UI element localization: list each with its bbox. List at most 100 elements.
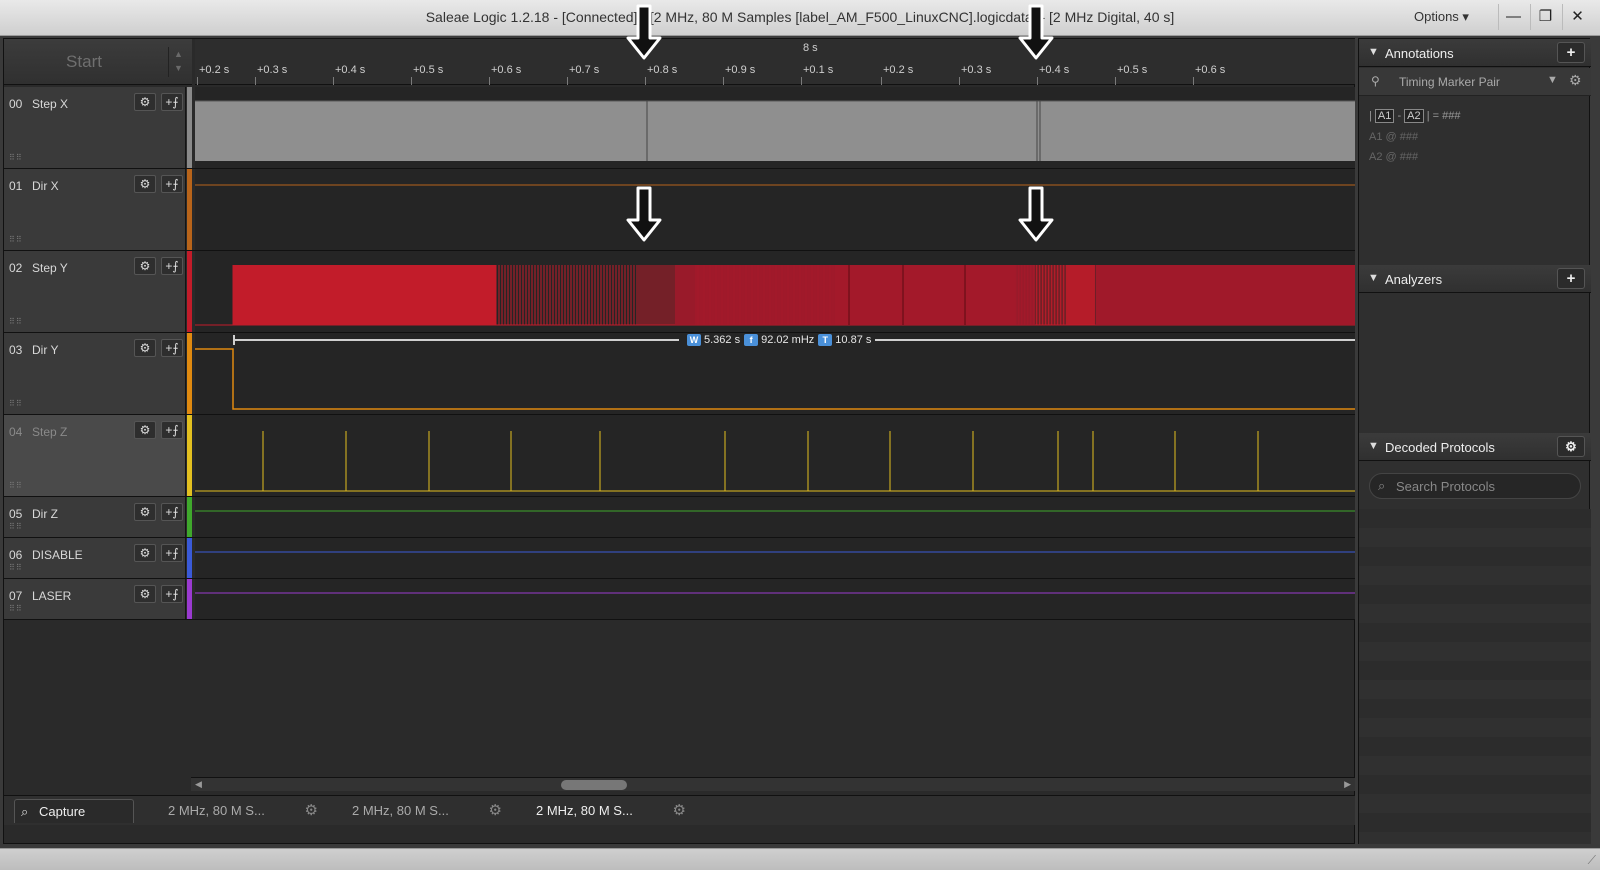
restore-button[interactable]: ❐ bbox=[1530, 4, 1560, 30]
channel-waveform[interactable] bbox=[195, 251, 1355, 332]
drag-grip-icon[interactable]: ⠿⠿ bbox=[9, 563, 23, 572]
start-button[interactable]: Start bbox=[4, 39, 164, 85]
add-analyzer-button[interactable]: + bbox=[1557, 268, 1585, 289]
scroll-right-icon[interactable]: ▶ bbox=[1344, 779, 1351, 790]
down-arrow-shape bbox=[626, 4, 662, 60]
collapse-triangle-icon[interactable]: ▼ bbox=[1368, 46, 1379, 58]
protocol-search-box[interactable]: ⌕ bbox=[1369, 473, 1581, 499]
channel-settings-gear-icon[interactable]: ⚙ bbox=[134, 175, 156, 193]
resize-grip-icon[interactable]: ⟋ bbox=[1588, 853, 1596, 868]
ruler-tick-label: +0.6 s bbox=[1195, 64, 1226, 76]
channel-name[interactable]: Dir X bbox=[32, 179, 59, 193]
down-arrow-shape bbox=[1018, 4, 1054, 60]
channel-label[interactable]: 07 LASER ⚙ +⨍ ⠿⠿ bbox=[4, 579, 186, 619]
channel-label[interactable]: 00 Step X ⚙ +⨍ ⠿⠿ bbox=[4, 87, 186, 168]
channel-waveform[interactable]: W 5.362 s f 92.02 mHz T 10.87 s bbox=[195, 333, 1355, 414]
channel-waveform[interactable] bbox=[195, 538, 1355, 578]
channel-label[interactable]: 03 Dir Y ⚙ +⨍ ⠿⠿ bbox=[4, 333, 186, 414]
protocols-settings-gear-icon[interactable]: ⚙ bbox=[1557, 436, 1585, 457]
channel-label[interactable]: 06 DISABLE ⚙ +⨍ ⠿⠿ bbox=[4, 538, 186, 578]
channel-waveform[interactable] bbox=[195, 169, 1355, 250]
tab-session-1[interactable]: 2 MHz, 80 M S... ⚙ bbox=[144, 799, 324, 823]
pin-icon[interactable]: ⚲ bbox=[1371, 74, 1380, 88]
timing-marker-pair-row[interactable]: ⚲ Timing Marker Pair ▼ ⚙ bbox=[1359, 68, 1591, 96]
main-panel: Start ▲ ▼ 8 s +0.2 s +0.3 s +0.4 s +0.5 s +0.… bbox=[3, 38, 1355, 844]
channel-label[interactable]: 05 Dir Z ⚙ +⨍ ⠿⠿ bbox=[4, 497, 186, 537]
gear-icon[interactable]: ⚙ bbox=[1569, 72, 1582, 89]
collapse-triangle-icon[interactable]: ▼ bbox=[1368, 440, 1379, 452]
tab-capture[interactable]: ⌕ Capture bbox=[14, 799, 134, 823]
add-annotation-button[interactable]: + bbox=[1557, 42, 1585, 63]
minimize-button[interactable]: — bbox=[1498, 4, 1528, 30]
options-button[interactable]: Options ▾ bbox=[1414, 9, 1469, 25]
channel-label[interactable]: 02 Step Y ⚙ +⨍ ⠿⠿ bbox=[4, 251, 186, 332]
trigger-edge-icon[interactable]: +⨍ bbox=[161, 585, 183, 603]
time-ruler[interactable]: 8 s +0.2 s +0.3 s +0.4 s +0.5 s +0.6 s +0.7 s… bbox=[195, 39, 1355, 85]
trigger-edge-icon[interactable]: +⨍ bbox=[161, 257, 183, 275]
channel-color-strip bbox=[187, 497, 192, 537]
drag-grip-icon[interactable]: ⠿⠿ bbox=[9, 235, 23, 244]
trigger-edge-icon[interactable]: +⨍ bbox=[161, 544, 183, 562]
trigger-edge-icon[interactable]: +⨍ bbox=[161, 503, 183, 521]
measurement-info: W 5.362 s f 92.02 mHz T 10.87 s bbox=[679, 334, 876, 348]
analyzers-header[interactable]: ▼ Analyzers + bbox=[1359, 265, 1591, 293]
channel-label[interactable]: 04 Step Z ⚙ +⨍ ⠿⠿ bbox=[4, 415, 186, 496]
channel-name[interactable]: Dir Y bbox=[32, 343, 58, 357]
drag-grip-icon[interactable]: ⠿⠿ bbox=[9, 399, 23, 408]
drag-grip-icon[interactable]: ⠿⠿ bbox=[9, 481, 23, 490]
channel-waveform[interactable] bbox=[195, 497, 1355, 537]
frequency-value: 92.02 mHz bbox=[761, 334, 815, 346]
channel-color-strip bbox=[187, 415, 192, 496]
gear-icon[interactable]: ⚙ bbox=[673, 799, 686, 823]
scrollbar-thumb[interactable] bbox=[561, 780, 627, 790]
tab-session-2[interactable]: 2 MHz, 80 M S... ⚙ bbox=[328, 799, 508, 823]
close-button[interactable]: ✕ bbox=[1562, 4, 1592, 30]
gear-icon[interactable]: ⚙ bbox=[489, 799, 502, 823]
horizontal-scrollbar[interactable]: ◀ ▶ bbox=[191, 777, 1355, 791]
a1-marker-button[interactable]: A1 bbox=[1374, 109, 1395, 123]
dropdown-triangle-icon[interactable]: ▼ bbox=[1547, 74, 1558, 86]
signal-dense-block bbox=[1095, 265, 1355, 325]
ruler-tick-label: +0.6 s bbox=[491, 64, 522, 76]
measurement-bar[interactable]: W 5.362 s f 92.02 mHz T 10.87 s bbox=[233, 334, 1355, 348]
channel-settings-gear-icon[interactable]: ⚙ bbox=[134, 585, 156, 603]
channel-settings-gear-icon[interactable]: ⚙ bbox=[134, 339, 156, 357]
channel-name[interactable]: DISABLE bbox=[32, 548, 83, 562]
trigger-edge-icon[interactable]: +⨍ bbox=[161, 421, 183, 439]
ruler-tick-line bbox=[1193, 77, 1194, 85]
channel-name[interactable]: LASER bbox=[32, 589, 71, 603]
start-options-arrows-icon[interactable]: ▲ ▼ bbox=[168, 47, 188, 77]
scroll-left-icon[interactable]: ◀ bbox=[195, 779, 202, 790]
channel-settings-gear-icon[interactable]: ⚙ bbox=[134, 93, 156, 111]
trigger-edge-icon[interactable]: +⨍ bbox=[161, 175, 183, 193]
drag-grip-icon[interactable]: ⠿⠿ bbox=[9, 522, 23, 531]
a2-marker-button[interactable]: A2 bbox=[1404, 109, 1424, 123]
decoded-protocols-header[interactable]: ▼ Decoded Protocols ⚙ bbox=[1359, 433, 1591, 461]
channel-name[interactable]: Step Y bbox=[32, 261, 68, 275]
start-header: Start ▲ ▼ bbox=[4, 39, 192, 85]
channel-name[interactable]: Step X bbox=[32, 97, 68, 111]
channel-waveform[interactable] bbox=[195, 87, 1355, 168]
channel-settings-gear-icon[interactable]: ⚙ bbox=[134, 544, 156, 562]
channel-name[interactable]: Step Z bbox=[32, 425, 67, 439]
drag-grip-icon[interactable]: ⠿⠿ bbox=[9, 153, 23, 162]
tab-session-3[interactable]: 2 MHz, 80 M S... ⚙ bbox=[512, 799, 692, 823]
channel-waveform[interactable] bbox=[195, 579, 1355, 619]
channel-settings-gear-icon[interactable]: ⚙ bbox=[134, 503, 156, 521]
title-bar: Saleae Logic 1.2.18 - [Connected] - [2 M… bbox=[0, 0, 1600, 36]
drag-grip-icon[interactable]: ⠿⠿ bbox=[9, 604, 23, 613]
channel-label[interactable]: 01 Dir X ⚙ +⨍ ⠿⠿ bbox=[4, 169, 186, 250]
annotations-header[interactable]: ▼ Annotations + bbox=[1359, 39, 1591, 67]
channel-waveform[interactable] bbox=[195, 415, 1355, 496]
gear-icon[interactable]: ⚙ bbox=[305, 799, 318, 823]
signal-block bbox=[195, 101, 1355, 161]
collapse-triangle-icon[interactable]: ▼ bbox=[1368, 272, 1379, 284]
protocol-search-input[interactable] bbox=[1396, 479, 1571, 494]
channel-settings-gear-icon[interactable]: ⚙ bbox=[134, 421, 156, 439]
drag-grip-icon[interactable]: ⠿⠿ bbox=[9, 317, 23, 326]
trigger-edge-icon[interactable]: +⨍ bbox=[161, 93, 183, 111]
channel-settings-gear-icon[interactable]: ⚙ bbox=[134, 257, 156, 275]
trigger-edge-icon[interactable]: +⨍ bbox=[161, 339, 183, 357]
channel-name[interactable]: Dir Z bbox=[32, 507, 58, 521]
down-arrow-shape bbox=[1018, 186, 1054, 242]
